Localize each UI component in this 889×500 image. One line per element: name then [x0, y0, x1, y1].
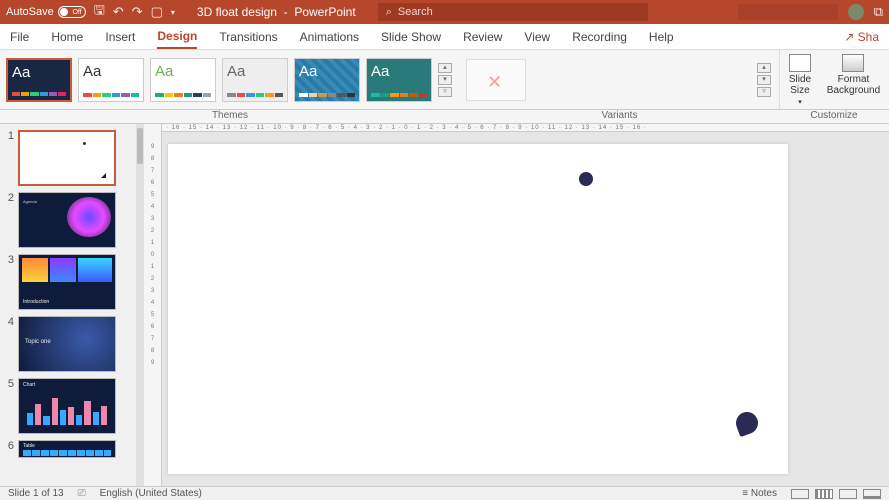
variants-gallery: ✕ ▴▾▿ [458, 50, 779, 109]
variants-scroll[interactable]: ▴▾▿ [757, 63, 771, 97]
search-input[interactable]: ⌕ Search [378, 3, 648, 21]
autosave-toggle[interactable]: AutoSave Off [6, 6, 86, 18]
language-status[interactable]: English (United States) [100, 488, 202, 499]
theme-item[interactable]: Aa [150, 58, 216, 102]
tab-review[interactable]: Review [463, 26, 502, 48]
theme-item[interactable]: Aa [366, 58, 432, 102]
customize-group: Slide Size▾ Format Background [779, 50, 889, 109]
normal-view-icon[interactable] [791, 489, 809, 499]
view-buttons [791, 489, 881, 499]
thumbnail-5[interactable]: Chart [18, 378, 116, 434]
splitter[interactable] [136, 124, 144, 486]
shape-circle[interactable] [579, 172, 593, 186]
tab-home[interactable]: Home [51, 26, 83, 48]
title-bar: AutoSave Off 🖫 ↶ ↷ ▢ ▾ 3D float design -… [0, 0, 889, 24]
slide-canvas[interactable] [162, 132, 889, 486]
tab-transitions[interactable]: Transitions [219, 26, 277, 48]
tab-slideshow[interactable]: Slide Show [381, 26, 441, 48]
accessibility-icon[interactable]: ⎚ [78, 488, 86, 499]
slideshow-view-icon[interactable] [863, 489, 881, 499]
sorter-view-icon[interactable] [815, 489, 833, 499]
edit-area: · 16 · 15 · 14 · 13 · 12 · 11 · 10 · 9 ·… [162, 124, 889, 486]
status-bar: Slide 1 of 13 ⎚ English (United States) … [0, 486, 889, 500]
undo-icon[interactable]: ↶ [113, 4, 124, 20]
shape-blob[interactable] [733, 409, 761, 437]
tab-recording[interactable]: Recording [572, 26, 627, 48]
tab-file[interactable]: File [10, 26, 29, 48]
ribbon-group-labels: Themes Variants Customize [0, 110, 889, 124]
themes-gallery: Aa Aa Aa Aa Aa Aa ▴▾▿ [0, 50, 458, 109]
slide-size-button[interactable]: Slide Size▾ [784, 54, 816, 106]
format-background-button[interactable]: Format Background [822, 54, 885, 96]
save-icon[interactable]: 🖫 [94, 1, 105, 23]
thumbnail-1[interactable] [18, 130, 116, 186]
present-icon[interactable]: ▢ [151, 4, 163, 20]
document-title: 3D float design - PowerPoint [197, 5, 356, 19]
avatar[interactable] [848, 4, 864, 20]
user-name[interactable] [738, 4, 838, 20]
thumbnail-2[interactable]: Agenda [18, 192, 116, 248]
share-button[interactable]: ↗ Sha [844, 30, 879, 44]
vertical-ruler: 9876543210123456789 [144, 124, 162, 486]
theme-item[interactable]: Aa [6, 58, 72, 102]
window-restore-icon[interactable]: ⧉ [874, 4, 883, 20]
theme-item[interactable]: Aa [222, 58, 288, 102]
tab-design[interactable]: Design [157, 25, 197, 49]
tab-animations[interactable]: Animations [300, 26, 359, 48]
tab-view[interactable]: View [524, 26, 550, 48]
thumbnail-4[interactable]: Topic one [18, 316, 116, 372]
dropdown-icon[interactable]: ▾ [171, 8, 175, 17]
themes-scroll[interactable]: ▴▾▿ [438, 63, 452, 97]
search-icon: ⌕ [386, 6, 392, 19]
horizontal-ruler: · 16 · 15 · 14 · 13 · 12 · 11 · 10 · 9 ·… [162, 124, 889, 132]
slide-thumbnails[interactable]: 1 2Agenda 3Introduction 4Topic one 5Char… [0, 124, 136, 486]
work-area: 1 2Agenda 3Introduction 4Topic one 5Char… [0, 124, 889, 486]
thumbnail-6[interactable]: Table [18, 440, 116, 458]
theme-item[interactable]: Aa [78, 58, 144, 102]
redo-icon[interactable]: ↷ [132, 4, 143, 20]
tab-help[interactable]: Help [649, 26, 674, 48]
reading-view-icon[interactable] [839, 489, 857, 499]
slide-counter[interactable]: Slide 1 of 13 [8, 488, 64, 499]
ribbon-tabs: File Home Insert Design Transitions Anim… [0, 24, 889, 50]
thumbnail-3[interactable]: Introduction [18, 254, 116, 310]
current-slide[interactable] [168, 144, 788, 474]
notes-button[interactable]: ≡ Notes [742, 488, 777, 499]
toggle-switch[interactable]: Off [58, 6, 86, 18]
tab-insert[interactable]: Insert [105, 26, 135, 48]
ribbon: Aa Aa Aa Aa Aa Aa ▴▾▿ ✕ ▴▾▿ Slide Size▾ … [0, 50, 889, 110]
theme-item[interactable]: Aa [294, 58, 360, 102]
variant-item[interactable]: ✕ [466, 59, 526, 101]
